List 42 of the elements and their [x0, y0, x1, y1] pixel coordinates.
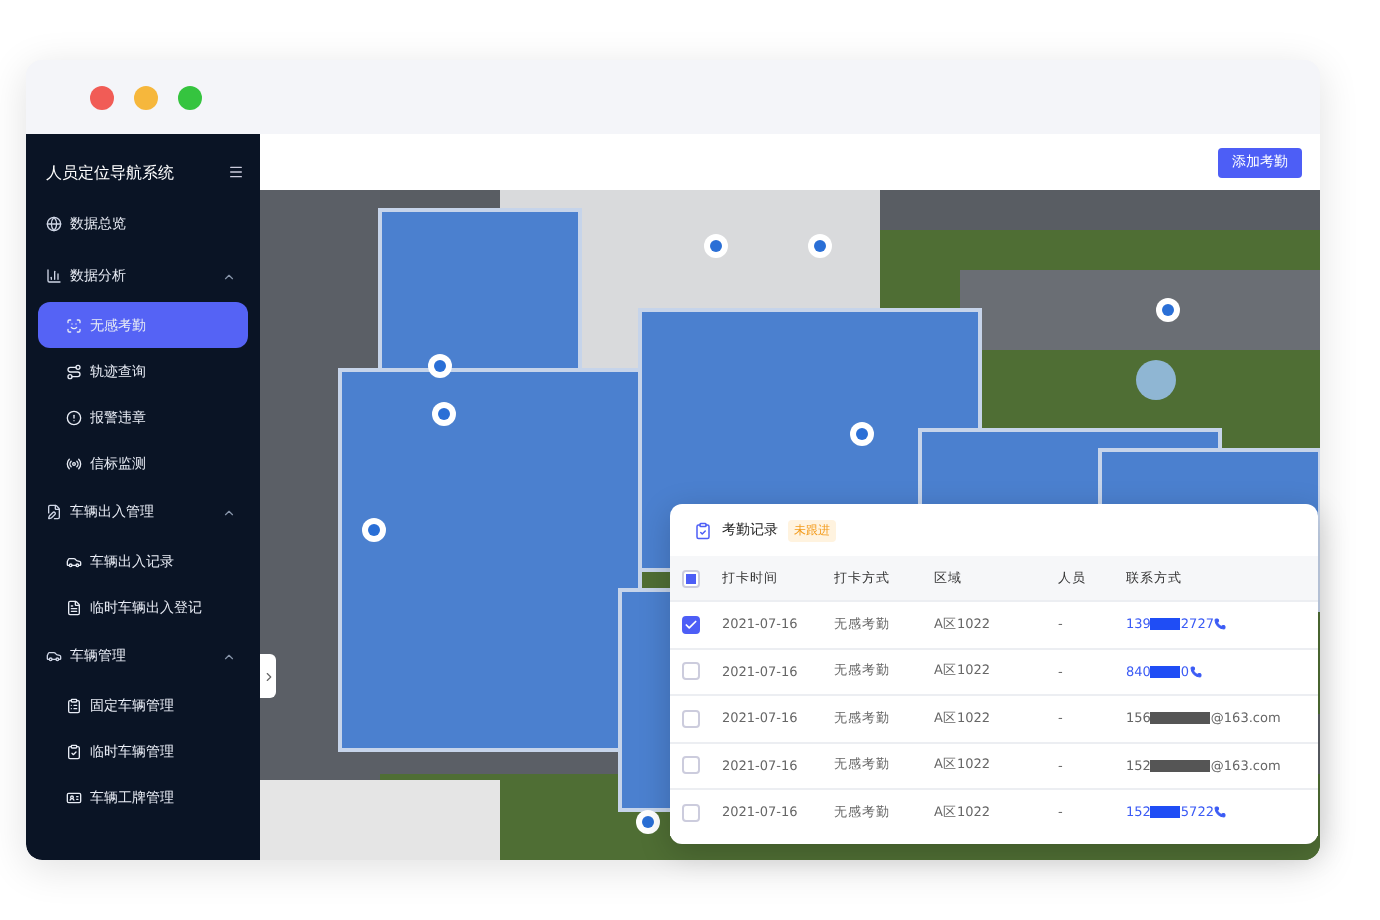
chevron-up-icon[interactable] [222, 505, 236, 519]
app-title: 人员定位导航系统 [46, 161, 174, 183]
menu-icon[interactable] [228, 164, 244, 180]
phone-icon[interactable] [1213, 806, 1226, 819]
menu-item-icon [66, 409, 82, 425]
redaction-bar [1150, 618, 1181, 631]
menu-item-icon [46, 216, 62, 232]
redaction-bar [1150, 712, 1211, 725]
phone-icon[interactable] [1189, 665, 1202, 678]
menu-item-icon [66, 697, 82, 713]
expand-handle[interactable] [260, 654, 276, 698]
menu-item-icon [66, 789, 82, 805]
close-dot-icon[interactable] [90, 85, 114, 109]
redaction-bar [1150, 759, 1211, 772]
chevron-up-icon[interactable] [222, 649, 236, 663]
maximize-dot-icon[interactable] [178, 85, 202, 109]
select-all-checkbox[interactable] [682, 569, 700, 587]
roundabout [1136, 360, 1176, 400]
map-pin-icon[interactable] [704, 234, 728, 258]
map-pin-icon[interactable] [1156, 298, 1180, 322]
phone-icon[interactable] [1213, 618, 1226, 631]
chevron-up-icon[interactable] [222, 269, 236, 283]
map-pin-icon[interactable] [362, 518, 386, 542]
menu-item-icon [46, 648, 62, 664]
map-pin-icon[interactable] [428, 354, 452, 378]
menu-item-icon [66, 599, 82, 615]
map-pin-icon[interactable] [850, 422, 874, 446]
redaction-bar [1150, 806, 1181, 819]
menu-item-icon [46, 268, 62, 284]
map-pin-icon[interactable] [432, 402, 456, 426]
menu-item-icon [66, 317, 82, 333]
menu-item-icon [66, 553, 82, 569]
menu-item-icon [66, 363, 82, 379]
menu-item-icon [66, 743, 82, 759]
minimize-dot-icon[interactable] [134, 85, 158, 109]
redaction-bar [1150, 665, 1181, 678]
map-pin-icon[interactable] [808, 234, 832, 258]
menu-item-icon [66, 455, 82, 471]
menu-item-icon [46, 504, 62, 520]
checklist-icon [694, 521, 712, 539]
map-pin-icon[interactable] [636, 810, 660, 834]
row-checkbox[interactable] [682, 615, 700, 634]
